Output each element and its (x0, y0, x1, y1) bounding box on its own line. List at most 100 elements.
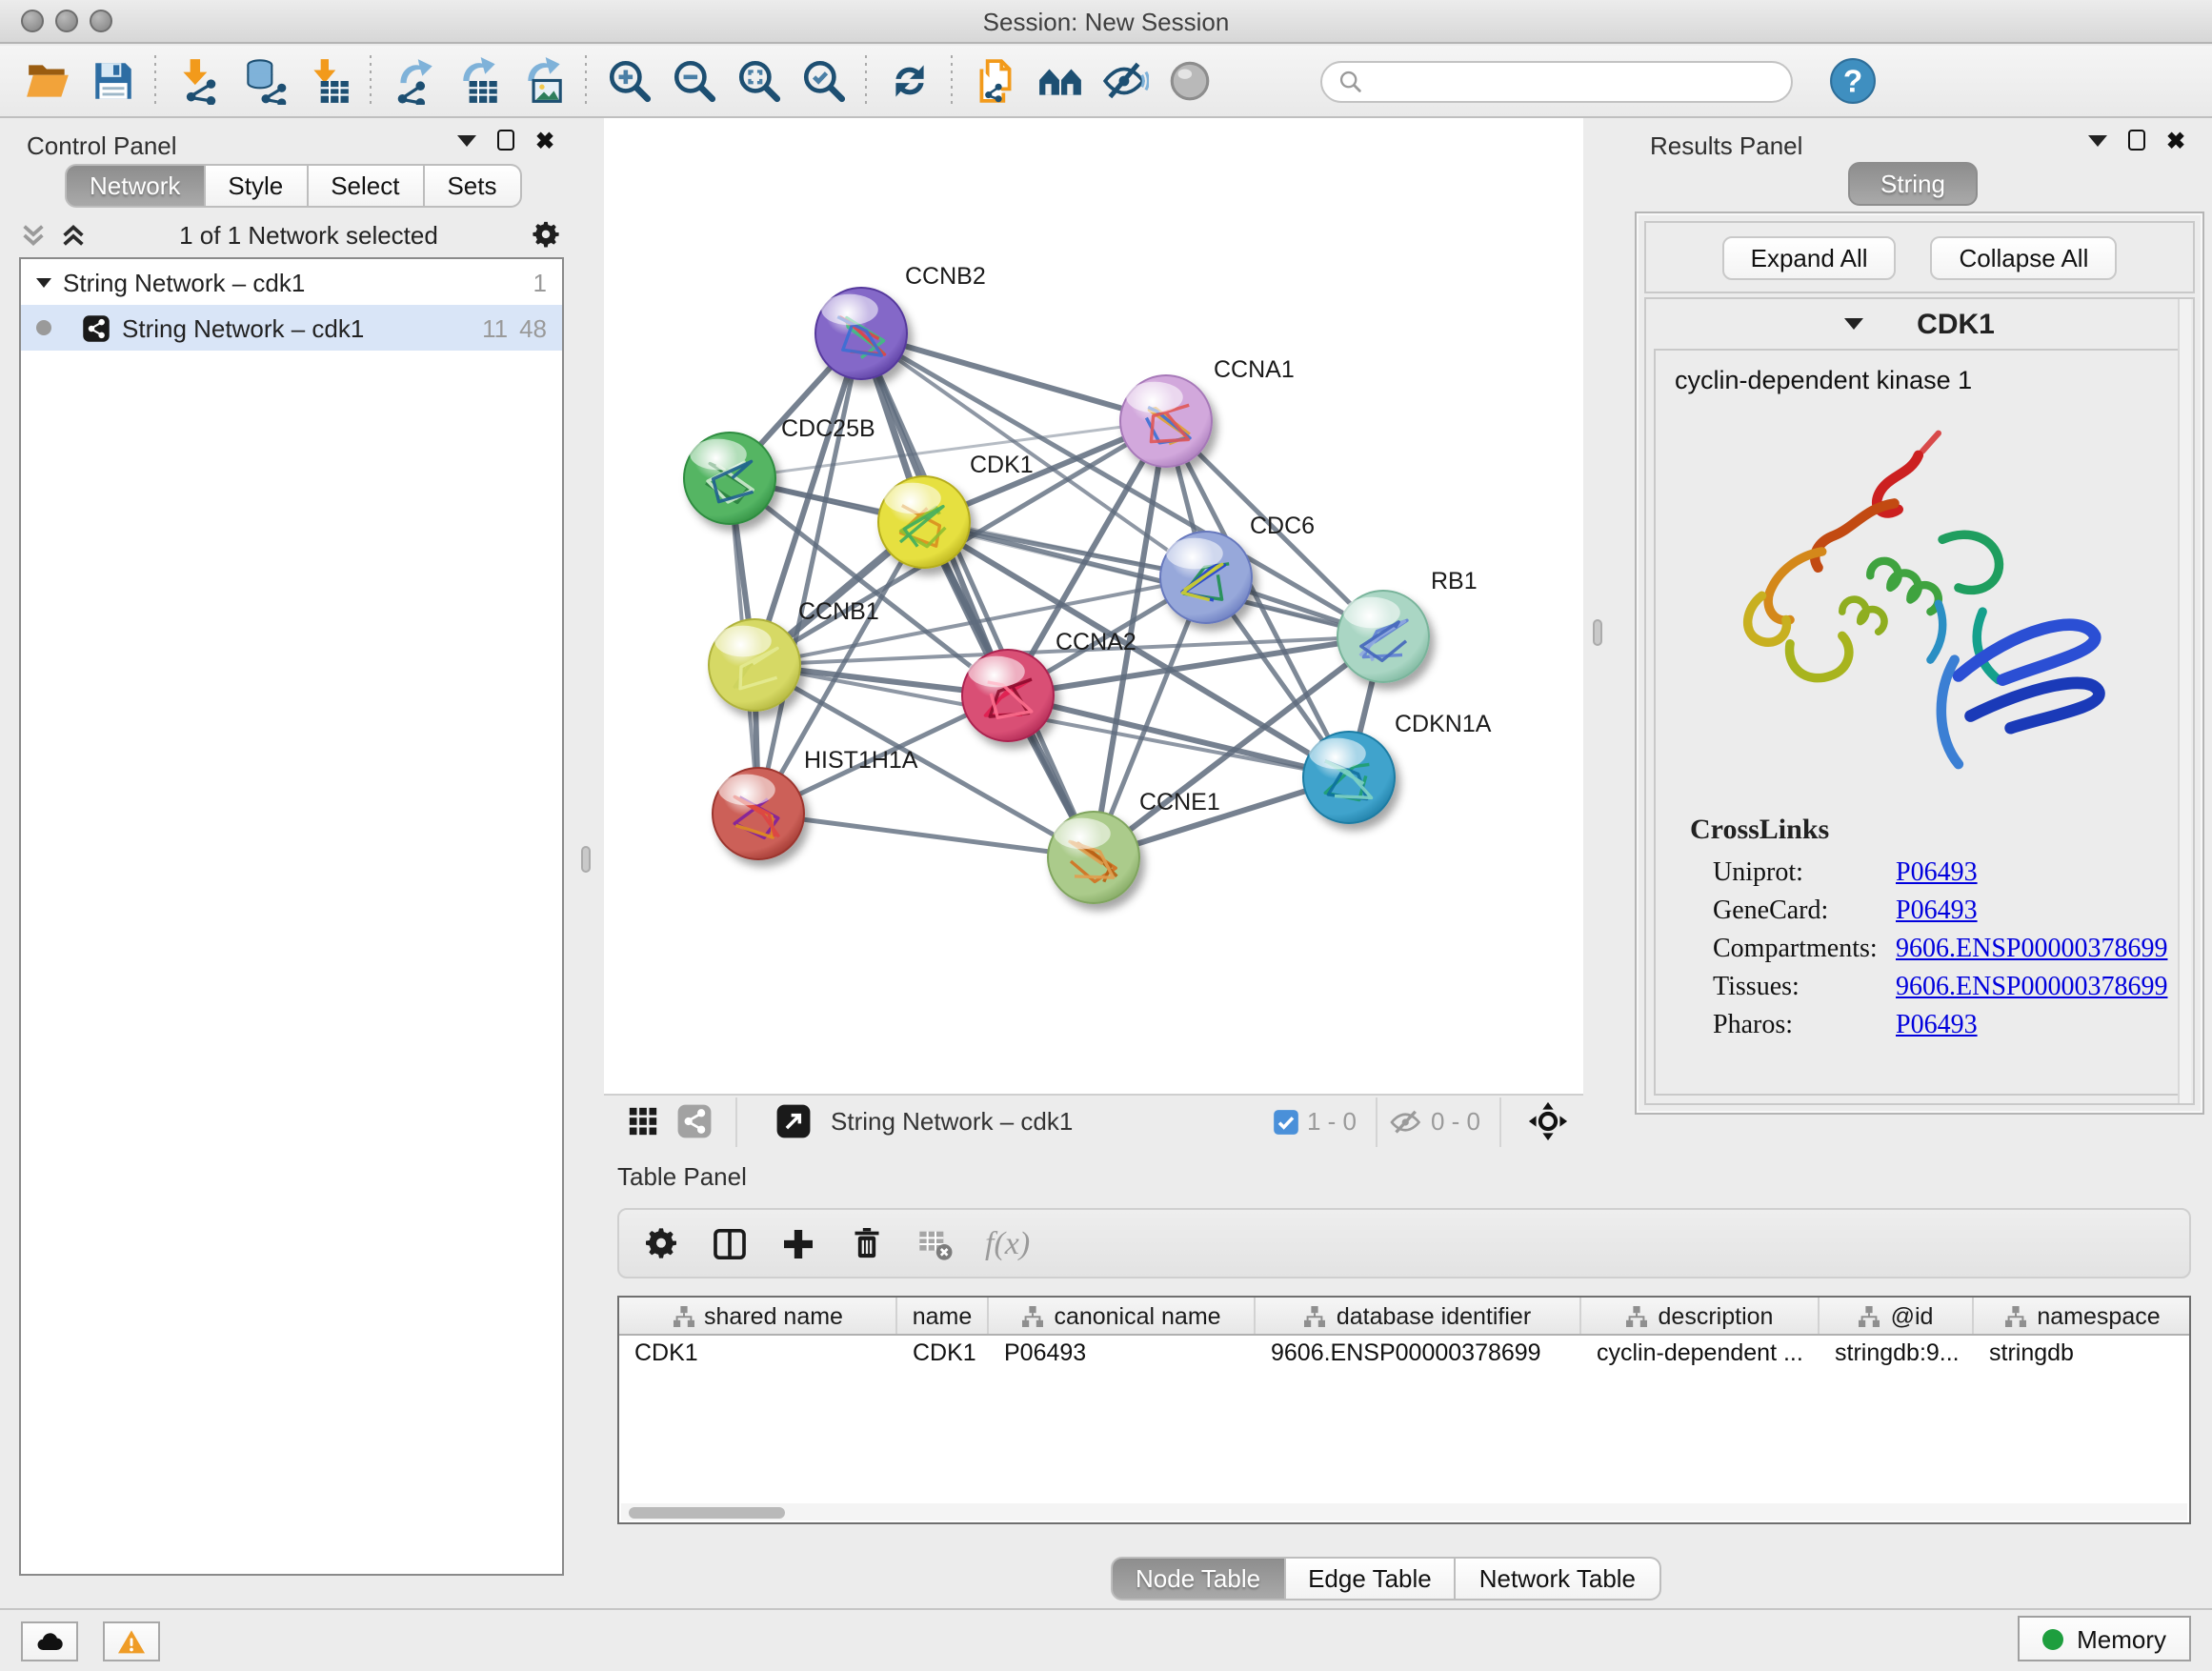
crosslink-link[interactable]: 9606.ENSP00000378699 (1896, 936, 2167, 966)
results-scrollbar[interactable] (2178, 299, 2191, 1103)
search-input[interactable] (1320, 60, 1793, 102)
network-view-canvas[interactable]: CCNB2CCNA1CDC25BCDK1CDC6RB1CCNB1CCNA2CDK… (604, 118, 1583, 1094)
column-header-name[interactable]: name (897, 1298, 989, 1334)
zoom-in-button[interactable] (596, 52, 661, 110)
export-network-button[interactable] (381, 52, 446, 110)
open-session-button[interactable] (15, 52, 80, 110)
hide-selected-button[interactable] (1092, 52, 1156, 110)
collapse-all-button[interactable]: Collapse All (1931, 235, 2118, 279)
column-tree-icon (1626, 1304, 1649, 1327)
node-CCNA2[interactable] (962, 650, 1054, 741)
table-cell[interactable]: cyclin-dependent ... (1581, 1336, 1820, 1374)
left-splitter-handle[interactable] (581, 846, 591, 873)
memory-button[interactable]: Memory (2018, 1616, 2191, 1661)
column-header-shared-name[interactable]: shared name (619, 1298, 897, 1334)
show-all-button[interactable] (1156, 52, 1221, 110)
collapse-all-chevrons-icon[interactable] (59, 220, 88, 249)
zoom-selected-button[interactable] (791, 52, 855, 110)
table-cell[interactable]: P06493 (989, 1336, 1256, 1374)
tab-sets[interactable]: Sets (424, 164, 521, 208)
import-network-file-button[interactable] (166, 52, 231, 110)
expand-all-chevrons-icon[interactable] (19, 220, 48, 249)
crosslink-link[interactable]: P06493 (1896, 859, 1978, 890)
column-header-namespace[interactable]: namespace (1974, 1298, 2191, 1334)
grid-view-icon[interactable] (627, 1105, 659, 1137)
node-details-header[interactable]: CDK1 (1646, 299, 2193, 349)
edge-CCNB2-HIST1H1A[interactable] (758, 333, 861, 814)
first-neighbors-button[interactable] (1027, 52, 1092, 110)
delete-column-icon[interactable] (848, 1224, 886, 1262)
node-CDK1[interactable] (878, 476, 970, 568)
add-column-icon[interactable] (779, 1224, 817, 1262)
node-CDC25B[interactable] (684, 433, 775, 524)
details-expander-icon[interactable] (1844, 318, 1863, 330)
edge-CCNB2-CCNE1[interactable] (861, 333, 1094, 857)
gear-icon[interactable] (642, 1224, 680, 1262)
crosslink-link[interactable]: P06493 (1896, 897, 1978, 928)
warnings-button[interactable] (103, 1621, 160, 1661)
panel-maximize-icon[interactable] (497, 130, 514, 151)
annotation-mode-icon[interactable] (775, 1103, 812, 1139)
crosslink-link[interactable]: P06493 (1896, 1012, 1978, 1042)
tab-edge-table[interactable]: Edge Table (1285, 1557, 1457, 1601)
selected-checkbox-icon[interactable] (1273, 1108, 1299, 1135)
right-splitter-handle[interactable] (1593, 619, 1602, 646)
tab-node-table[interactable]: Node Table (1111, 1557, 1285, 1601)
column-header-database-identifier[interactable]: database identifier (1256, 1298, 1581, 1334)
panel-maximize-icon[interactable] (2128, 130, 2145, 151)
column-header-canonical-name[interactable]: canonical name (989, 1298, 1256, 1334)
export-table-button[interactable] (446, 52, 511, 110)
zoom-fit-button[interactable] (726, 52, 791, 110)
crosslink-link[interactable]: 9606.ENSP00000378699 (1896, 974, 2167, 1004)
gear-icon[interactable] (530, 218, 562, 251)
table-cell[interactable]: CDK1 (619, 1336, 897, 1374)
table-horizontal-scrollbar[interactable] (621, 1503, 2187, 1520)
help-button[interactable]: ? (1820, 52, 1884, 110)
node-CCNB1[interactable] (709, 619, 800, 711)
tab-network[interactable]: Network (65, 164, 205, 208)
export-image-button[interactable] (511, 52, 575, 110)
zoom-out-button[interactable] (661, 52, 726, 110)
table-cell[interactable]: 9606.ENSP00000378699 (1256, 1336, 1581, 1374)
network-row[interactable]: String Network – cdk1 11 48 (21, 305, 562, 351)
tab-select[interactable]: Select (308, 164, 424, 208)
cloud-status-button[interactable] (21, 1621, 78, 1661)
table-cell[interactable]: stringdb (1974, 1336, 2191, 1374)
import-network-database-button[interactable] (231, 52, 295, 110)
panel-close-icon[interactable]: ✖ (2166, 131, 2185, 150)
table-row[interactable]: CDK1CDK1P064939606.ENSP00000378699cyclin… (619, 1336, 2189, 1374)
column-header-description[interactable]: description (1581, 1298, 1820, 1334)
node-RB1[interactable] (1337, 591, 1429, 682)
select-columns-icon[interactable] (711, 1224, 749, 1262)
clone-network-button[interactable] (962, 52, 1027, 110)
panel-float-icon[interactable] (2088, 134, 2107, 146)
tab-style[interactable]: Style (205, 164, 308, 208)
save-session-button[interactable] (80, 52, 145, 110)
tab-string[interactable]: String (1848, 162, 1978, 206)
table-cell[interactable]: CDK1 (897, 1336, 989, 1374)
node-label-CCNA1: CCNA1 (1214, 356, 1295, 383)
network-share-gray-icon[interactable] (676, 1103, 713, 1139)
table-cell[interactable]: stringdb:9... (1820, 1336, 1974, 1374)
function-builder-button[interactable]: f(x) (985, 1224, 1030, 1262)
node-CCNB2[interactable] (815, 288, 907, 379)
column-header--id[interactable]: @id (1820, 1298, 1974, 1334)
collection-expander-icon[interactable] (36, 277, 51, 287)
birds-eye-view-icon[interactable] (1528, 1101, 1568, 1141)
node-CCNA1[interactable] (1120, 375, 1212, 467)
svg-text:?: ? (1842, 64, 1861, 99)
node-HIST1H1A[interactable] (713, 768, 804, 859)
expand-all-button[interactable]: Expand All (1722, 235, 1897, 279)
scrollbar-thumb[interactable] (629, 1506, 785, 1518)
node-CDKN1A[interactable] (1303, 732, 1395, 823)
apply-layout-button[interactable] (876, 52, 941, 110)
network-collection-row[interactable]: String Network – cdk1 1 (21, 259, 562, 305)
edge-CCNB2-CCNA1[interactable] (861, 333, 1166, 421)
node-CDC6[interactable] (1160, 532, 1252, 623)
panel-float-icon[interactable] (457, 134, 476, 146)
panel-close-icon[interactable]: ✖ (535, 131, 554, 150)
edge-HIST1H1A-CCNE1[interactable] (758, 814, 1094, 857)
tab-network-table[interactable]: Network Table (1457, 1557, 1660, 1601)
import-table-file-button[interactable] (295, 52, 360, 110)
node-CCNE1[interactable] (1048, 812, 1139, 903)
